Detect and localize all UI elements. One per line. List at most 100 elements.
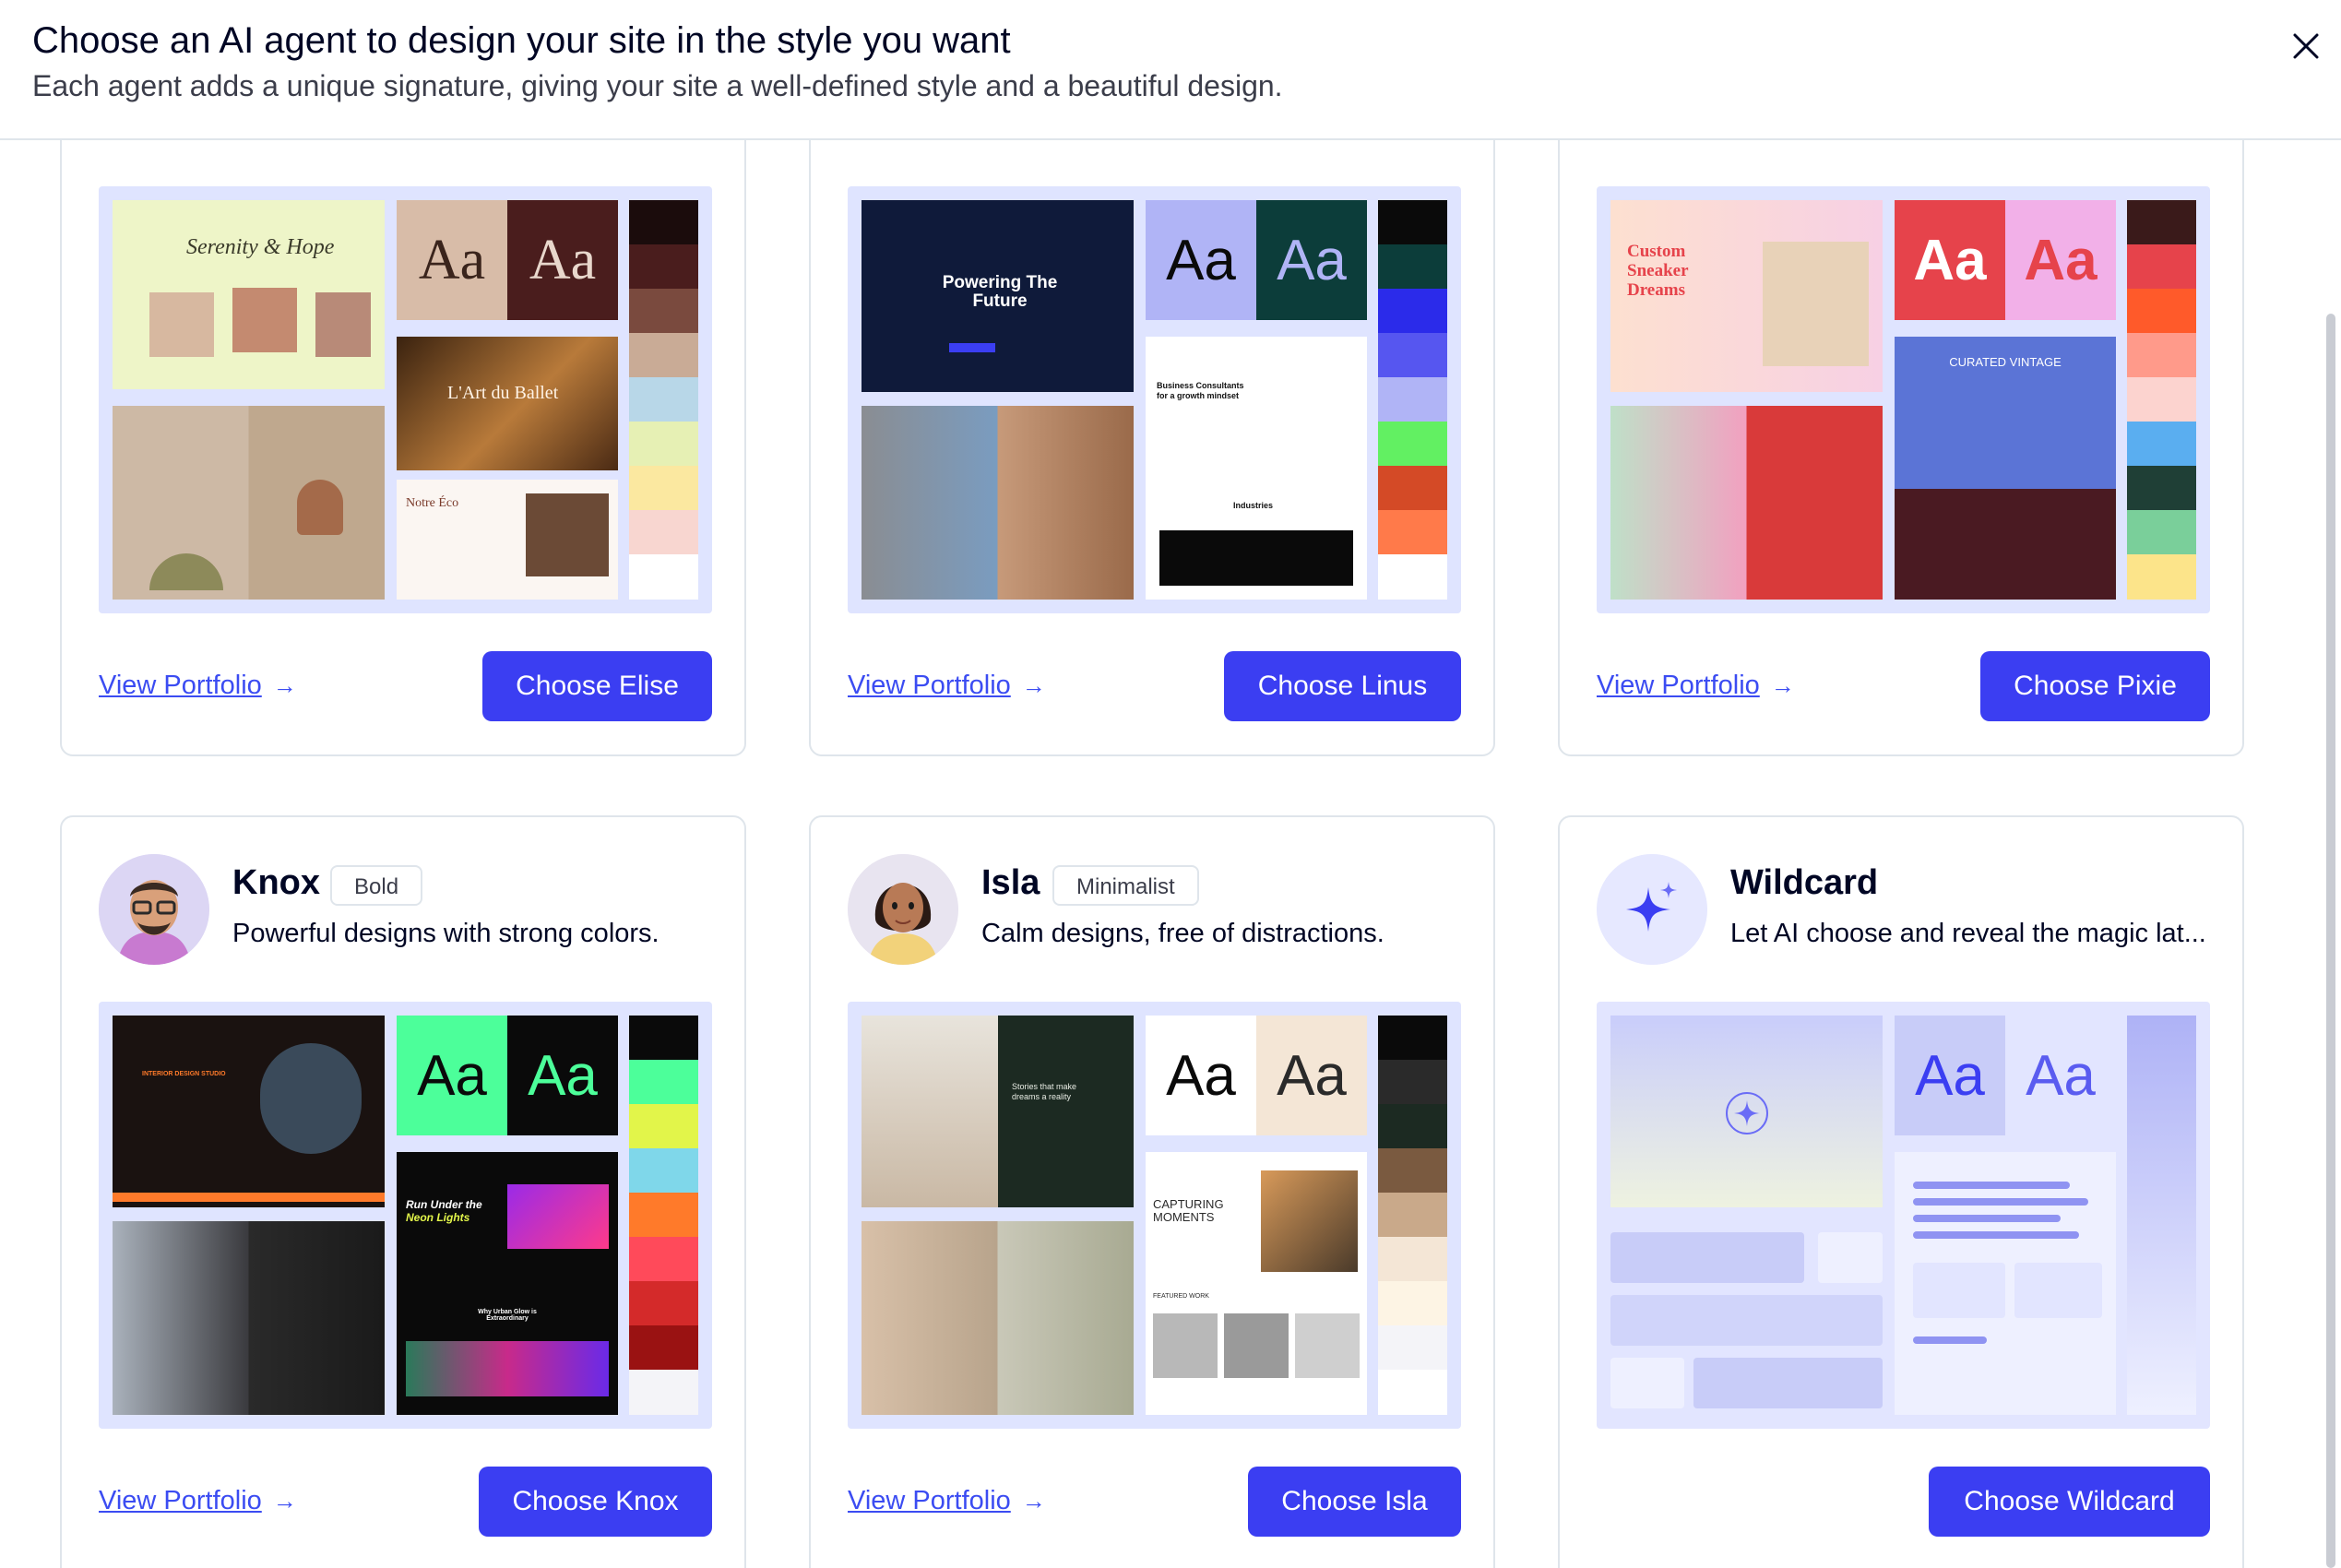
avatar [99, 854, 209, 965]
choose-agent-button[interactable]: Choose Linus [1224, 651, 1461, 721]
arrow-right-icon: → [1770, 671, 1795, 699]
arrow-right-icon: → [272, 1487, 297, 1515]
font-sample-dark: Aa [2005, 1016, 2116, 1135]
preview-photo-tile [862, 406, 1134, 600]
preview-heading: Why Urban Glow is Extraordinary [478, 1309, 537, 1322]
preview-page-tile [1895, 1152, 2116, 1415]
preview-photo [1224, 1313, 1289, 1378]
preview-heading: Notre Éco [406, 496, 459, 510]
preview-heading: Powering The Future [942, 273, 1058, 311]
palette-color [2127, 377, 2196, 422]
palette-color [629, 244, 698, 289]
agent-name: Wildcard [1730, 863, 1879, 902]
preview-photo-tile [1610, 406, 1883, 600]
palette-color [1378, 1060, 1447, 1104]
choose-agent-button[interactable]: Choose Pixie [1980, 651, 2210, 721]
preview-hero-tile: Serenity & Hope [113, 200, 385, 389]
agent-card-pixie: Custom Sneaker Dreams Aa Aa CURATED VINT… [1558, 140, 2244, 756]
choose-agent-button[interactable]: Choose Wildcard [1929, 1467, 2210, 1537]
preview-block [1610, 1295, 1883, 1346]
preview-hero-tile: INTERIOR DESIGN STUDIO [113, 1016, 385, 1207]
arrow-right-icon: → [272, 671, 297, 699]
palette-color [629, 1060, 698, 1104]
preview-photo [1261, 1170, 1358, 1272]
preview-photo-tile [113, 1221, 385, 1415]
choose-agent-button[interactable]: Choose Elise [482, 651, 712, 721]
palette-color [629, 422, 698, 466]
preview-heading: Serenity & Hope [186, 235, 335, 259]
view-portfolio-link[interactable]: View Portfolio → [99, 1486, 297, 1516]
preview-page-tile: CAPTURING MOMENTS FEATURED WORK [1146, 1152, 1367, 1415]
preview-block [1913, 1215, 2061, 1222]
agent-name: Knox [232, 863, 320, 902]
dialog-subtitle: Each agent adds a unique signature, givi… [32, 69, 1283, 102]
avatar [848, 854, 958, 965]
font-sample-light: Aa [1146, 1016, 1256, 1135]
palette-color [629, 289, 698, 333]
agent-description: Calm designs, free of distractions. [981, 919, 1384, 948]
agents-grid[interactable]: Serenity & Hope Aa Aa L'Art du Ballet No… [0, 140, 2341, 1568]
style-preview: Stories that make dreams a reality Aa Aa… [848, 1002, 1461, 1429]
preview-block [1159, 530, 1353, 586]
preview-photo [1295, 1313, 1360, 1378]
palette-color [629, 554, 698, 600]
preview-photo [406, 1341, 609, 1396]
palette-color [1378, 554, 1447, 600]
view-portfolio-link[interactable]: View Portfolio → [99, 671, 297, 701]
font-sample-light: Aa [1146, 200, 1256, 320]
agent-description: Powerful designs with strong colors. [232, 919, 660, 948]
preview-photo [526, 493, 609, 576]
palette-color [629, 377, 698, 422]
palette-color [2127, 333, 2196, 377]
avatar [1597, 854, 1707, 965]
palette-color [1378, 1148, 1447, 1193]
palette-color [1378, 333, 1447, 377]
palette-color [629, 333, 698, 377]
preview-ticker [113, 1193, 385, 1202]
view-portfolio-link[interactable]: View Portfolio → [1597, 671, 1795, 701]
palette-color [2127, 244, 2196, 289]
font-sample-light: Aa [397, 200, 507, 320]
choose-agent-button[interactable]: Choose Knox [479, 1467, 712, 1537]
preview-hero-tile: Powering The Future [862, 200, 1134, 392]
font-sample-light: Aa [397, 1016, 507, 1135]
preview-page-tile [1895, 489, 2116, 600]
palette-color [1378, 244, 1447, 289]
preview-heading: Stories that make dreams a reality [1012, 1082, 1077, 1101]
preview-heading: FEATURED WORK [1153, 1293, 1209, 1300]
arrow-right-icon: → [1021, 1487, 1046, 1515]
preview-block [1913, 1336, 1987, 1344]
choose-agent-button[interactable]: Choose Isla [1248, 1467, 1461, 1537]
palette-color [1378, 1237, 1447, 1281]
preview-lamp [297, 480, 343, 535]
style-preview: Powering The Future Aa Aa Business Consu… [848, 186, 1461, 613]
palette-color [629, 510, 698, 554]
font-sample-light: Aa [1895, 200, 2005, 320]
view-portfolio-link[interactable]: View Portfolio → [848, 671, 1046, 701]
font-sample-dark: Aa [2005, 200, 2116, 320]
preview-page-tile: Business Consultants for a growth mindse… [1146, 337, 1367, 600]
preview-photo [149, 292, 214, 357]
palette-color [1378, 200, 1447, 244]
palette-color [629, 200, 698, 244]
palette-color [629, 1104, 698, 1148]
palette-color [1378, 510, 1447, 554]
palette-color [2127, 422, 2196, 466]
view-portfolio-link[interactable]: View Portfolio → [848, 1486, 1046, 1516]
scrollbar[interactable] [2326, 314, 2335, 1568]
preview-block [1913, 1231, 2079, 1239]
preview-gradient-strip [2127, 1016, 2196, 1415]
agent-avatar-knox [99, 854, 209, 965]
preview-photo [232, 288, 297, 352]
palette-color [629, 1370, 698, 1415]
preview-block [1693, 1358, 1883, 1408]
preview-hero-tile [1610, 1016, 1883, 1207]
palette-color [629, 1237, 698, 1281]
style-tag: Bold [330, 865, 423, 906]
style-preview: INTERIOR DESIGN STUDIO Aa Aa Run Under t… [99, 1002, 712, 1429]
palette-color [1378, 1016, 1447, 1060]
agent-card-linus: Powering The Future Aa Aa Business Consu… [809, 140, 1495, 756]
palette-color [629, 1281, 698, 1325]
preview-photo [260, 1043, 362, 1154]
close-button[interactable] [2286, 26, 2326, 66]
